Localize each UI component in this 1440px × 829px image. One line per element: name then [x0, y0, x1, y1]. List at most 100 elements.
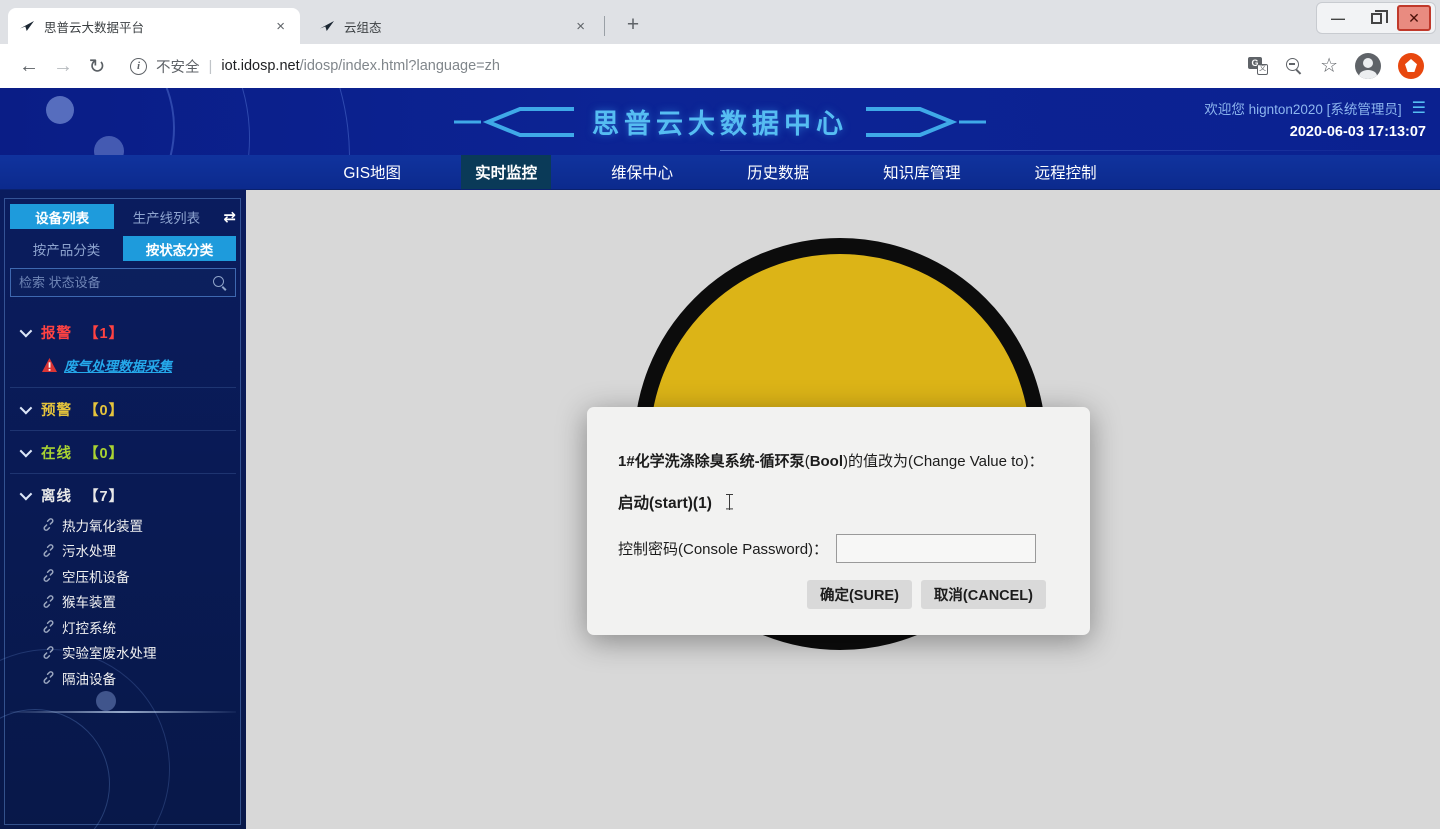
chevron-down-icon — [20, 401, 33, 414]
translate-icon[interactable]: G 文 — [1248, 57, 1268, 75]
dialog-new-value: 启动(start)(1) — [618, 491, 712, 513]
browser-tab-inactive[interactable]: 云组态 × — [308, 8, 600, 44]
main-nav: GIS地图 实时监控 维保中心 历史数据 知识库管理 远程控制 — [0, 155, 1440, 190]
chevron-down-icon — [20, 324, 33, 337]
header-decoration — [46, 96, 74, 124]
list-menu-icon[interactable]: ☰ — [1412, 98, 1426, 118]
zoom-icon[interactable] — [1285, 57, 1303, 75]
profile-avatar[interactable] — [1355, 53, 1381, 79]
offline-device-label: 隔油设备 — [62, 668, 116, 688]
list-item[interactable]: 隔油设备 — [42, 665, 234, 691]
forward-button[interactable]: → — [46, 55, 80, 78]
tree-leaf-alarm-device[interactable]: 废气处理数据采集 — [42, 355, 234, 375]
unlink-icon — [42, 518, 55, 531]
title-right-decoration-icon — [864, 104, 986, 140]
password-label: 控制密码(Console Password)： — [618, 538, 828, 559]
dialog-message-text: )的值改为(Change Value to)： — [843, 453, 1044, 470]
url-path: /idosp/index.html?language=zh — [300, 58, 500, 74]
tree-node-offline[interactable]: 离线 【7】 — [12, 484, 234, 506]
classify-tabs: 按产品分类 按状态分类 — [10, 236, 236, 261]
screen: 思普云大数据平台 × 云组态 × + — ✕ ← → ↻ i 不安全 | iot… — [0, 0, 1440, 829]
sure-button[interactable]: 确定(SURE) — [807, 580, 912, 609]
list-item[interactable]: 污水处理 — [42, 538, 234, 564]
tree-section-warning: 预警 【0】 — [10, 387, 236, 430]
nav-item-maintenance[interactable]: 维保中心 — [597, 155, 687, 189]
list-item[interactable]: 空压机设备 — [42, 563, 234, 589]
bookmark-star-icon[interactable]: ☆ — [1320, 57, 1338, 75]
unlink-icon — [42, 569, 55, 582]
tree-node-count: 【1】 — [84, 322, 124, 343]
offline-device-label: 实验室废水处理 — [62, 642, 157, 662]
tab-title: 思普云大数据平台 — [44, 17, 265, 36]
device-search-box — [10, 268, 236, 297]
restore-icon — [1371, 13, 1382, 24]
tree-node-count: 【0】 — [84, 442, 124, 463]
tab-close-icon[interactable]: × — [573, 18, 588, 35]
addressbar-actions: G 文 ☆ — [1248, 53, 1424, 79]
new-tab-button[interactable]: + — [618, 10, 648, 40]
datetime-label: 2020-06-03 17:13:07 — [1204, 124, 1426, 140]
nav-item-history[interactable]: 历史数据 — [733, 155, 823, 189]
list-item[interactable]: 猴车装置 — [42, 589, 234, 615]
unlink-icon — [42, 620, 55, 633]
nav-item-realtime[interactable]: 实时监控 — [461, 155, 551, 189]
swap-icon[interactable]: ⇄ — [223, 208, 236, 226]
offline-device-label: 空压机设备 — [62, 566, 130, 586]
nav-item-knowledge[interactable]: 知识库管理 — [869, 155, 975, 189]
tab-device-list[interactable]: 设备列表 — [10, 204, 114, 229]
tree-node-label: 报警 — [41, 322, 72, 343]
nav-item-remote[interactable]: 远程控制 — [1021, 155, 1111, 189]
text-cursor-icon — [725, 494, 735, 510]
close-window-button[interactable]: ✕ — [1397, 5, 1431, 31]
nav-item-gis[interactable]: GIS地图 — [329, 155, 415, 189]
console-password-input[interactable] — [836, 534, 1036, 563]
unlink-icon — [42, 544, 55, 557]
tree-node-warning[interactable]: 预警 【0】 — [12, 398, 234, 420]
browser-tab-active[interactable]: 思普云大数据平台 × — [8, 8, 300, 44]
list-item[interactable]: 灯控系统 — [42, 614, 234, 640]
dialog-buttons: 确定(SURE) 取消(CANCEL) — [618, 580, 1046, 609]
search-icon[interactable] — [212, 275, 227, 290]
security-label: 不安全 — [156, 56, 200, 77]
dialog-message: 1#化学洗涤除臭系统-循环泵(Bool)的值改为(Change Value to… — [618, 451, 1054, 474]
url-field[interactable]: i 不安全 | iot.idosp.net /idosp/index.html?… — [130, 56, 1248, 77]
tree-node-alarm[interactable]: 报警 【1】 — [12, 321, 234, 343]
tab-by-product[interactable]: 按产品分类 — [10, 236, 123, 261]
tab-production-line-list[interactable]: 生产线列表 — [114, 204, 218, 229]
offline-device-list: 热力氧化装置 污水处理 空压机设备 猴车装置 — [12, 512, 234, 691]
tree-node-count: 【7】 — [84, 485, 124, 506]
tree-node-label: 在线 — [41, 442, 72, 463]
browser-addressbar: ← → ↻ i 不安全 | iot.idosp.net /idosp/index… — [0, 44, 1440, 88]
alarm-device-link[interactable]: 废气处理数据采集 — [64, 355, 172, 375]
restore-button[interactable] — [1359, 5, 1393, 31]
tree-section-online: 在线 【0】 — [10, 430, 236, 473]
tab-favicon-icon — [320, 18, 336, 34]
browser-menu-icon[interactable] — [1398, 53, 1424, 79]
info-icon[interactable]: i — [130, 58, 147, 75]
unlink-icon — [42, 671, 55, 684]
app-header: 思普云大数据中心 欢迎您 hignton2020 [系统管理员] ☰ 2020-… — [0, 88, 1440, 155]
header-right: 欢迎您 hignton2020 [系统管理员] ☰ 2020-06-03 17:… — [1204, 98, 1426, 140]
tree-node-label: 预警 — [41, 399, 72, 420]
change-value-dialog: 1#化学洗涤除臭系统-循环泵(Bool)的值改为(Change Value to… — [587, 407, 1090, 635]
reload-button[interactable]: ↻ — [80, 54, 114, 79]
minimize-button[interactable]: — — [1321, 5, 1355, 31]
back-button[interactable]: ← — [12, 55, 46, 78]
browser-tabstrip: 思普云大数据平台 × 云组态 × + — ✕ — [0, 0, 1440, 44]
status-tree: 报警 【1】 废气处理数据采集 预 — [10, 311, 236, 713]
sidebar: 设备列表 生产线列表 ⇄ 按产品分类 按状态分类 报警 【1】 — [0, 190, 246, 829]
dialog-password-row: 控制密码(Console Password)： — [618, 534, 1046, 563]
chevron-down-icon — [20, 487, 33, 500]
cancel-button[interactable]: 取消(CANCEL) — [921, 580, 1046, 609]
list-item[interactable]: 实验室废水处理 — [42, 640, 234, 666]
warning-triangle-icon — [42, 358, 57, 372]
tab-close-icon[interactable]: × — [273, 18, 288, 35]
tree-node-online[interactable]: 在线 【0】 — [12, 441, 234, 463]
welcome-user-label: 欢迎您 hignton2020 [系统管理员] — [1204, 98, 1401, 118]
tab-divider — [604, 16, 605, 36]
search-input[interactable] — [19, 275, 212, 290]
dialog-var-type: Bool — [810, 453, 843, 470]
list-item[interactable]: 热力氧化装置 — [42, 512, 234, 538]
translate-t: 文 — [1257, 64, 1268, 75]
tab-by-status[interactable]: 按状态分类 — [123, 236, 236, 261]
